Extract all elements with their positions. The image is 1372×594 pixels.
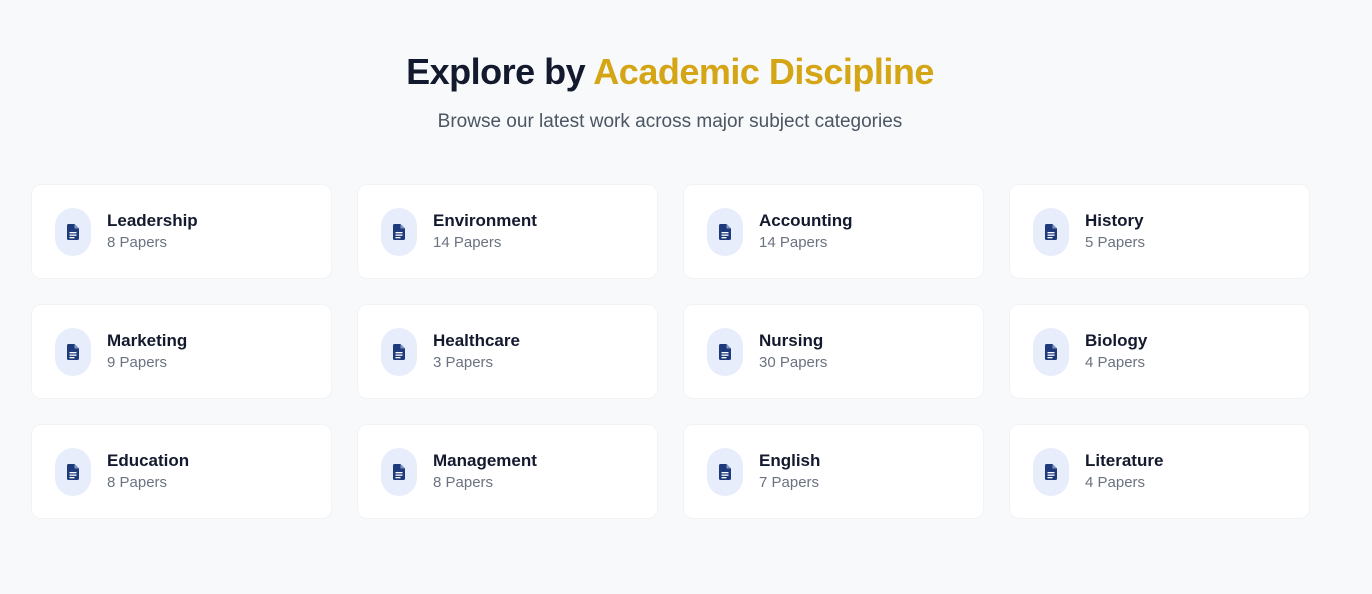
category-card-management[interactable]: Management 8 Papers — [357, 424, 658, 519]
category-title: Nursing — [759, 331, 824, 350]
category-text: Healthcare 3 Papers — [433, 331, 520, 372]
category-count: 4 Papers — [1085, 354, 1146, 371]
category-text: Management 8 Papers — [433, 451, 537, 492]
document-icon — [381, 447, 417, 496]
category-count: 3 Papers — [433, 354, 494, 371]
document-icon — [55, 207, 91, 256]
category-count: 9 Papers — [107, 354, 168, 371]
category-count: 8 Papers — [433, 474, 494, 491]
category-grid: Leadership 8 Papers Environment 14 Paper… — [31, 184, 1310, 519]
page-title: Explore by Academic Discipline — [0, 50, 1340, 94]
category-card-english[interactable]: English 7 Papers — [683, 424, 984, 519]
category-card-leadership[interactable]: Leadership 8 Papers — [31, 184, 332, 279]
document-icon — [1033, 207, 1069, 256]
category-title: Environment — [433, 211, 537, 230]
document-icon — [55, 327, 91, 376]
category-title: Accounting — [759, 211, 853, 230]
category-text: Accounting 14 Papers — [759, 211, 853, 252]
category-card-biology[interactable]: Biology 4 Papers — [1009, 304, 1310, 399]
category-count: 14 Papers — [759, 234, 828, 251]
document-icon — [381, 207, 417, 256]
category-title: Leadership — [107, 211, 198, 230]
category-count: 7 Papers — [759, 474, 820, 491]
category-title: Management — [433, 451, 537, 470]
category-text: Marketing 9 Papers — [107, 331, 187, 372]
category-text: Biology 4 Papers — [1085, 331, 1147, 372]
category-count: 5 Papers — [1085, 234, 1146, 251]
document-icon — [1033, 327, 1069, 376]
document-icon — [55, 447, 91, 496]
category-text: Nursing 30 Papers — [759, 331, 827, 372]
category-card-marketing[interactable]: Marketing 9 Papers — [31, 304, 332, 399]
document-icon — [381, 327, 417, 376]
category-card-history[interactable]: History 5 Papers — [1009, 184, 1310, 279]
category-count: 8 Papers — [107, 234, 168, 251]
page-subtitle: Browse our latest work across major subj… — [437, 111, 903, 132]
category-card-nursing[interactable]: Nursing 30 Papers — [683, 304, 984, 399]
category-text: Literature 4 Papers — [1085, 451, 1163, 492]
category-text: Education 8 Papers — [107, 451, 189, 492]
category-count: 4 Papers — [1085, 474, 1146, 491]
category-title: Biology — [1085, 331, 1148, 350]
category-count: 14 Papers — [433, 234, 502, 251]
document-icon — [707, 447, 743, 496]
category-title: Education — [107, 451, 190, 470]
document-icon — [707, 207, 743, 256]
category-text: English 7 Papers — [759, 451, 820, 492]
category-text: Environment 14 Papers — [433, 211, 537, 252]
category-title: History — [1085, 211, 1144, 230]
category-title: English — [759, 451, 821, 470]
category-text: Leadership 8 Papers — [107, 211, 198, 252]
title-accent: Academic Discipline — [593, 51, 934, 92]
category-card-accounting[interactable]: Accounting 14 Papers — [683, 184, 984, 279]
category-card-environment[interactable]: Environment 14 Papers — [357, 184, 658, 279]
category-card-healthcare[interactable]: Healthcare 3 Papers — [357, 304, 658, 399]
title-prefix: Explore by — [406, 51, 586, 92]
category-title: Literature — [1085, 451, 1164, 470]
category-count: 8 Papers — [107, 474, 168, 491]
category-text: History 5 Papers — [1085, 211, 1145, 252]
category-card-literature[interactable]: Literature 4 Papers — [1009, 424, 1310, 519]
category-title: Marketing — [107, 331, 188, 350]
document-icon — [707, 327, 743, 376]
category-title: Healthcare — [433, 331, 520, 350]
category-count: 30 Papers — [759, 354, 828, 371]
document-icon — [1033, 447, 1069, 496]
category-card-education[interactable]: Education 8 Papers — [31, 424, 332, 519]
